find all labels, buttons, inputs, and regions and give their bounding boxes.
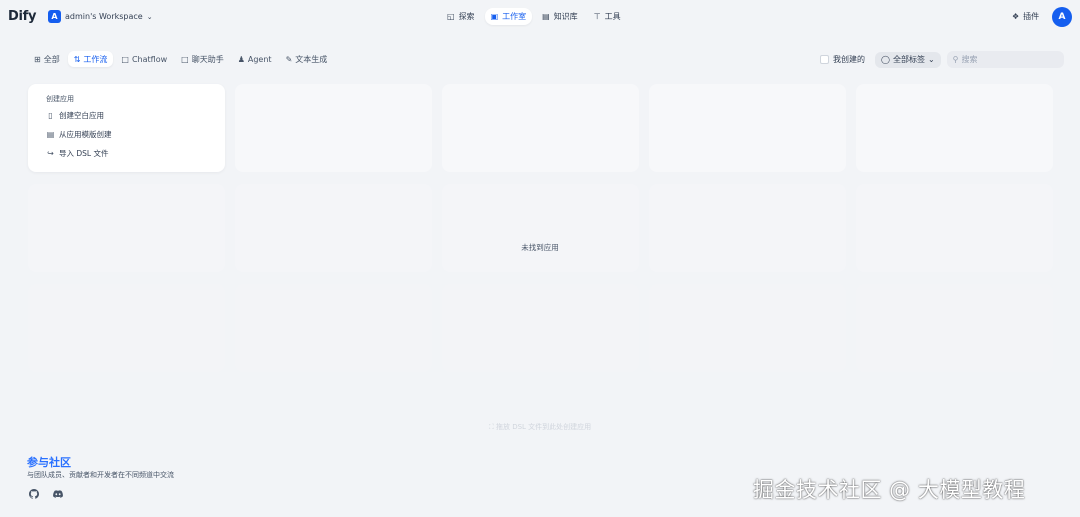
tag-filter-dropdown[interactable]: ◯ 全部标签 ⌄ (875, 51, 941, 68)
placeholder-card (442, 84, 639, 172)
create-from-template-label: 从应用模版创建 (59, 130, 112, 139)
chat-icon: □ (181, 54, 189, 64)
nav-knowledge[interactable]: ▤ 知识库 (536, 8, 584, 25)
tab-workflow[interactable]: ⇅ 工作流 (67, 51, 114, 67)
created-by-me-toggle[interactable]: 我创建的 (820, 54, 865, 65)
create-blank-app[interactable]: ▯ 创建空白应用 (46, 110, 104, 121)
drag-icon: ⛶ (488, 423, 494, 431)
compass-icon: ◱ (447, 12, 455, 21)
social-links (27, 487, 65, 501)
right-filters: 我创建的 ◯ 全部标签 ⌄ ⚲ (820, 51, 1064, 68)
watermark: 掘金技术社区 @ 大模型教程 (753, 478, 1026, 502)
community-title: 参与社区 (27, 456, 71, 469)
search-box[interactable]: ⚲ (946, 51, 1064, 68)
placeholder-card (856, 184, 1053, 272)
text-gen-icon: ✎ (285, 54, 293, 64)
discord-icon[interactable] (51, 487, 65, 501)
plugins-button[interactable]: ❖ 插件 (1012, 11, 1039, 22)
plugin-icon: ❖ (1012, 12, 1020, 21)
tag-filter-label: 全部标签 (892, 55, 925, 64)
placeholder-card (442, 184, 639, 272)
tab-all-label: 全部 (43, 54, 60, 64)
nav-tools-label: 工具 (604, 12, 621, 21)
import-dsl-label: 导入 DSL 文件 (59, 149, 109, 158)
create-from-template[interactable]: ▤ 从应用模版创建 (46, 129, 112, 140)
nav-explore[interactable]: ◱ 探索 (441, 8, 481, 25)
tab-text-generation[interactable]: ✎ 文本生成 (280, 51, 334, 67)
tab-agent-label: Agent (247, 54, 272, 64)
agent-icon: ♟ (237, 54, 245, 64)
top-header: Dify A admin's Workspace ⌄ ◱ 探索 ▣ 工作室 ▤ … (0, 0, 1080, 34)
template-icon: ▤ (46, 130, 55, 139)
chatflow-icon: □ (121, 54, 129, 64)
dsl-drop-hint: ⛶ 拖放 DSL 文件到此处创建应用 (0, 422, 1080, 432)
placeholder-card (856, 84, 1053, 172)
placeholder-card (649, 284, 846, 372)
tab-workflow-label: 工作流 (83, 54, 108, 64)
nav-tools[interactable]: ⊤ 工具 (588, 8, 627, 25)
community-desc: 与团队成员、贡献者和开发者在不同频道中交流 (27, 471, 174, 479)
dify-logo[interactable]: Dify (8, 9, 36, 24)
dsl-drop-hint-text: 拖放 DSL 文件到此处创建应用 (495, 423, 592, 431)
placeholder-card (442, 284, 639, 372)
created-by-me-checkbox[interactable] (820, 55, 829, 64)
created-by-me-label: 我创建的 (833, 55, 865, 64)
hammer-icon: ⊤ (593, 12, 601, 21)
placeholder-card (28, 284, 225, 372)
book-icon: ▤ (542, 12, 550, 21)
placeholder-card (28, 184, 225, 272)
placeholder-card (235, 184, 432, 272)
search-input[interactable] (961, 55, 1052, 64)
placeholder-card (649, 84, 846, 172)
create-app-title: 创建应用 (46, 95, 74, 103)
nav-studio[interactable]: ▣ 工作室 (484, 8, 533, 25)
robot-icon: ▣ (490, 12, 499, 21)
plugins-label: 插件 (1023, 12, 1040, 21)
empty-state-text: 未找到应用 (521, 243, 559, 252)
tag-icon: ◯ (881, 55, 890, 64)
create-app-card: 创建应用 ▯ 创建空白应用 ▤ 从应用模版创建 ↪ 导入 DSL 文件 (28, 84, 225, 172)
tab-agent[interactable]: ♟ Agent (232, 51, 278, 67)
tab-chat-assistant[interactable]: □ 聊天助手 (175, 51, 230, 67)
tab-chatflow-label: Chatflow (131, 54, 168, 64)
placeholder-card (235, 284, 432, 372)
user-avatar[interactable]: A (1052, 7, 1072, 27)
tab-chat-assistant-label: 聊天助手 (191, 54, 224, 64)
app-type-tabs: ⊞ 全部 ⇅ 工作流 □ Chatflow □ 聊天助手 ♟ Agent ✎ 文… (28, 51, 333, 67)
workspace-avatar: A (48, 10, 61, 23)
tab-text-generation-label: 文本生成 (295, 54, 328, 64)
placeholder-card (649, 184, 846, 272)
chevron-down-icon: ⌄ (146, 12, 153, 21)
grid-icon: ⊞ (34, 54, 41, 64)
tab-chatflow[interactable]: □ Chatflow (115, 51, 173, 67)
workspace-name: admin's Workspace (65, 12, 143, 21)
tab-all[interactable]: ⊞ 全部 (28, 51, 66, 67)
chevron-down-icon: ⌄ (927, 55, 935, 64)
nav-explore-label: 探索 (458, 12, 475, 21)
github-icon[interactable] (27, 487, 41, 501)
logo-text: Dify (8, 9, 37, 24)
workflow-icon: ⇅ (73, 54, 81, 64)
nav-studio-label: 工作室 (502, 12, 527, 21)
workspace-switcher[interactable]: A admin's Workspace ⌄ (48, 10, 153, 23)
import-icon: ↪ (47, 149, 54, 158)
file-icon: ▯ (48, 111, 53, 120)
create-blank-app-label: 创建空白应用 (59, 111, 104, 120)
placeholder-card (856, 284, 1053, 372)
search-icon: ⚲ (952, 55, 959, 64)
nav-knowledge-label: 知识库 (553, 12, 578, 21)
main-nav: ◱ 探索 ▣ 工作室 ▤ 知识库 ⊤ 工具 (441, 8, 627, 25)
import-dsl-file[interactable]: ↪ 导入 DSL 文件 (46, 148, 108, 159)
placeholder-card (235, 84, 432, 172)
